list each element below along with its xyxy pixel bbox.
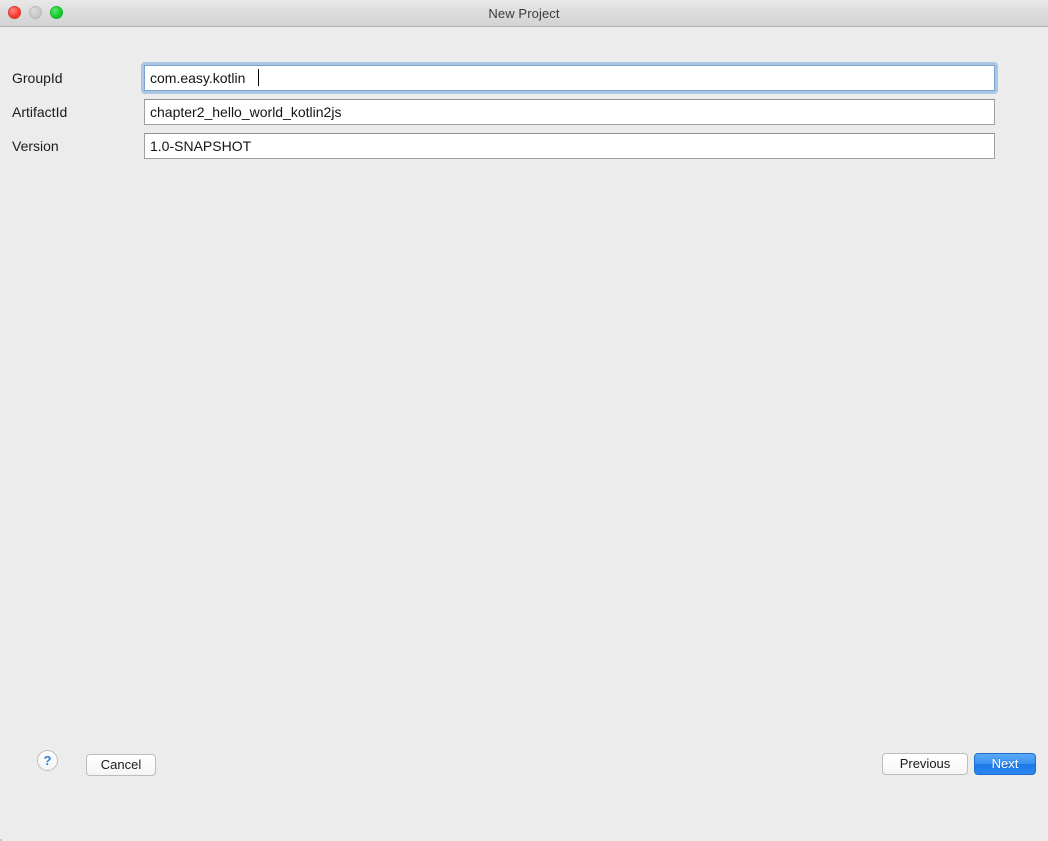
next-button[interactable]: Next — [974, 753, 1036, 775]
title-bar: New Project — [0, 0, 1048, 27]
window-title: New Project — [488, 6, 560, 21]
version-field-wrapper — [144, 133, 995, 159]
artifactid-input[interactable] — [144, 99, 995, 125]
version-label: Version — [12, 138, 59, 154]
help-icon[interactable]: ? — [37, 750, 58, 771]
groupid-label: GroupId — [12, 70, 63, 86]
form-row-version: Version — [0, 133, 1048, 159]
cancel-button[interactable]: Cancel — [86, 754, 156, 776]
groupid-input[interactable] — [144, 65, 995, 91]
form-row-artifactid: ArtifactId — [0, 99, 1048, 125]
artifactid-label: ArtifactId — [12, 104, 68, 120]
form-row-groupid: GroupId — [0, 62, 1048, 94]
new-project-dialog: New Project GroupId ArtifactId Version ?… — [0, 0, 1048, 841]
version-input[interactable] — [144, 133, 995, 159]
text-caret — [258, 69, 259, 86]
artifactid-field-wrapper — [144, 99, 995, 125]
groupid-field-wrapper — [141, 62, 998, 94]
previous-button[interactable]: Previous — [882, 753, 968, 775]
